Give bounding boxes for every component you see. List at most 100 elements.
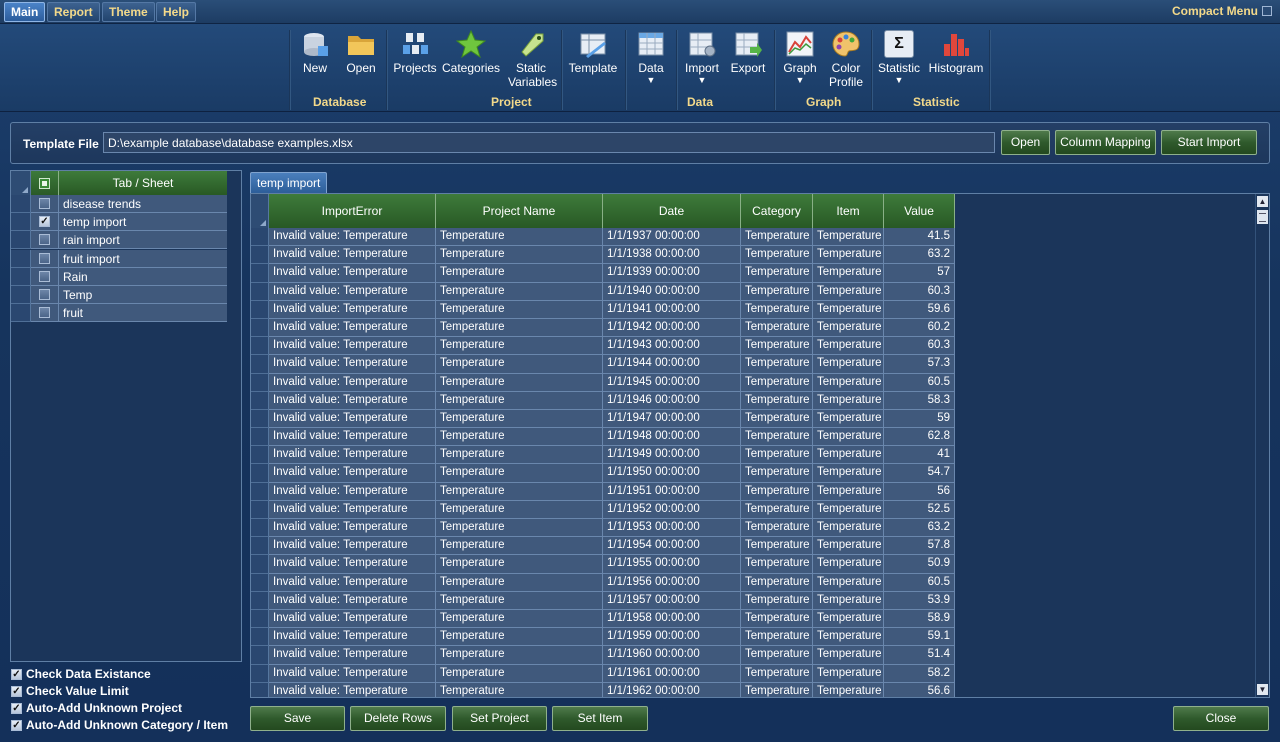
table-cell[interactable]: Invalid value: Temperature [269, 300, 436, 319]
table-cell[interactable]: Temperature [813, 246, 884, 265]
table-cell[interactable]: Temperature [813, 409, 884, 429]
row-header[interactable] [251, 228, 269, 247]
table-cell[interactable]: 1/1/1948 00:00:00 [603, 428, 741, 447]
table-cell[interactable]: 1/1/1942 00:00:00 [603, 318, 741, 338]
sheet-checkbox[interactable] [31, 286, 59, 304]
table-row[interactable]: Invalid value: Temperature Temperature 1/1… [251, 682, 955, 697]
sheet-list-item[interactable]: ✓ temp import [11, 213, 227, 232]
row-header[interactable] [251, 409, 269, 429]
sheet-list-item[interactable]: fruit [11, 304, 227, 323]
table-cell[interactable]: Temperature [741, 519, 813, 538]
table-row[interactable]: Invalid value: Temperature Temperature 1/1… [251, 391, 955, 410]
tab-temp-import[interactable]: temp import [250, 172, 328, 193]
table-row[interactable]: Invalid value: Temperature Temperature 1/1… [251, 628, 955, 647]
table-cell[interactable]: Temperature [741, 482, 813, 501]
table-cell[interactable]: Temperature [741, 246, 813, 265]
open-button[interactable]: Open [342, 30, 380, 75]
table-cell[interactable]: Temperature [436, 282, 603, 301]
table-cell[interactable]: 63.2 [884, 519, 955, 538]
table-cell[interactable]: 57 [884, 264, 955, 283]
table-cell[interactable]: 1/1/1954 00:00:00 [603, 537, 741, 556]
table-cell[interactable]: 1/1/1952 00:00:00 [603, 500, 741, 519]
table-cell[interactable]: 57.3 [884, 355, 955, 374]
table-cell[interactable]: Temperature [436, 519, 603, 538]
row-header[interactable] [251, 373, 269, 392]
table-cell[interactable]: 57.8 [884, 537, 955, 556]
graph-button[interactable]: Graph ▼ [781, 30, 819, 85]
table-cell[interactable]: 1/1/1941 00:00:00 [603, 300, 741, 319]
start-import-button[interactable]: Start Import [1161, 130, 1257, 155]
column-header[interactable]: ImportError [269, 194, 436, 228]
table-cell[interactable]: Temperature [741, 373, 813, 392]
table-cell[interactable]: 60.5 [884, 573, 955, 592]
table-row[interactable]: Invalid value: Temperature Temperature 1/1… [251, 537, 955, 556]
table-row[interactable]: Invalid value: Temperature Temperature 1/1… [251, 464, 955, 483]
new-button[interactable]: New [297, 30, 333, 75]
table-cell[interactable]: Invalid value: Temperature [269, 555, 436, 574]
table-cell[interactable]: Temperature [436, 664, 603, 683]
table-cell[interactable]: 60.2 [884, 318, 955, 338]
table-cell[interactable]: 1/1/1945 00:00:00 [603, 373, 741, 392]
table-cell[interactable]: Temperature [741, 337, 813, 356]
table-cell[interactable]: 58.2 [884, 664, 955, 683]
table-cell[interactable]: Temperature [436, 246, 603, 265]
table-cell[interactable]: 1/1/1937 00:00:00 [603, 228, 741, 247]
table-cell[interactable]: 1/1/1946 00:00:00 [603, 391, 741, 410]
row-header[interactable] [11, 231, 31, 250]
table-cell[interactable]: Invalid value: Temperature [269, 628, 436, 647]
sheet-list-item[interactable]: fruit import [11, 249, 227, 268]
table-cell[interactable]: 59.6 [884, 300, 955, 319]
table-cell[interactable]: 59 [884, 409, 955, 429]
table-cell[interactable]: 56 [884, 482, 955, 501]
table-cell[interactable]: Temperature [741, 591, 813, 610]
table-cell[interactable]: Temperature [436, 682, 603, 697]
sheet-list-item[interactable]: rain import [11, 231, 227, 250]
grid-select-all-corner[interactable] [251, 194, 269, 228]
set-item-button[interactable]: Set Item [552, 706, 648, 731]
table-cell[interactable]: 1/1/1949 00:00:00 [603, 446, 741, 465]
sheet-list-item[interactable]: Rain [11, 267, 227, 286]
scroll-up-icon[interactable]: ▲ [1257, 196, 1268, 207]
sheet-checkbox[interactable] [31, 267, 59, 286]
table-cell[interactable]: Temperature [436, 446, 603, 465]
table-cell[interactable]: 1/1/1957 00:00:00 [603, 591, 741, 610]
table-cell[interactable]: Temperature [741, 682, 813, 697]
table-row[interactable]: Invalid value: Temperature Temperature 1/1… [251, 664, 955, 683]
table-cell[interactable]: 58.3 [884, 391, 955, 410]
menu-tab-help[interactable]: Help [156, 2, 197, 22]
option-checkbox[interactable]: ✓ Auto-Add Unknown Project [11, 701, 182, 715]
table-row[interactable]: Invalid value: Temperature Temperature 1/1… [251, 482, 955, 501]
table-cell[interactable]: Invalid value: Temperature [269, 264, 436, 283]
table-cell[interactable]: 53.9 [884, 591, 955, 610]
row-header[interactable] [11, 304, 31, 323]
table-cell[interactable]: Temperature [436, 555, 603, 574]
sheet-list-item[interactable]: Temp [11, 286, 227, 304]
option-checkbox[interactable]: ✓ Check Data Existance [11, 667, 151, 681]
table-cell[interactable]: Temperature [813, 264, 884, 283]
table-cell[interactable]: Temperature [813, 664, 884, 683]
delete-rows-button[interactable]: Delete Rows [350, 706, 446, 731]
table-cell[interactable]: 56.6 [884, 682, 955, 697]
table-cell[interactable]: Temperature [436, 646, 603, 665]
vertical-scrollbar[interactable]: ▲ ▼ [1255, 194, 1269, 697]
table-cell[interactable]: Temperature [741, 628, 813, 647]
table-cell[interactable]: Temperature [436, 573, 603, 592]
table-cell[interactable]: Temperature [813, 318, 884, 338]
row-header[interactable] [11, 249, 31, 268]
table-cell[interactable]: Invalid value: Temperature [269, 228, 436, 247]
option-checkbox[interactable]: ✓ Check Value Limit [11, 684, 129, 698]
table-row[interactable]: Invalid value: Temperature Temperature 1/1… [251, 355, 955, 374]
row-header[interactable] [251, 300, 269, 319]
sheet-checkbox[interactable] [31, 249, 59, 268]
table-cell[interactable]: Temperature [741, 282, 813, 301]
table-cell[interactable]: Temperature [813, 537, 884, 556]
table-cell[interactable]: Invalid value: Temperature [269, 609, 436, 629]
column-mapping-button[interactable]: Column Mapping [1055, 130, 1156, 155]
table-cell[interactable]: Invalid value: Temperature [269, 464, 436, 483]
table-cell[interactable]: Temperature [813, 282, 884, 301]
row-header[interactable] [251, 682, 269, 697]
table-cell[interactable]: Temperature [741, 537, 813, 556]
table-cell[interactable]: Temperature [436, 537, 603, 556]
table-cell[interactable]: Temperature [741, 573, 813, 592]
table-cell[interactable]: Temperature [436, 337, 603, 356]
